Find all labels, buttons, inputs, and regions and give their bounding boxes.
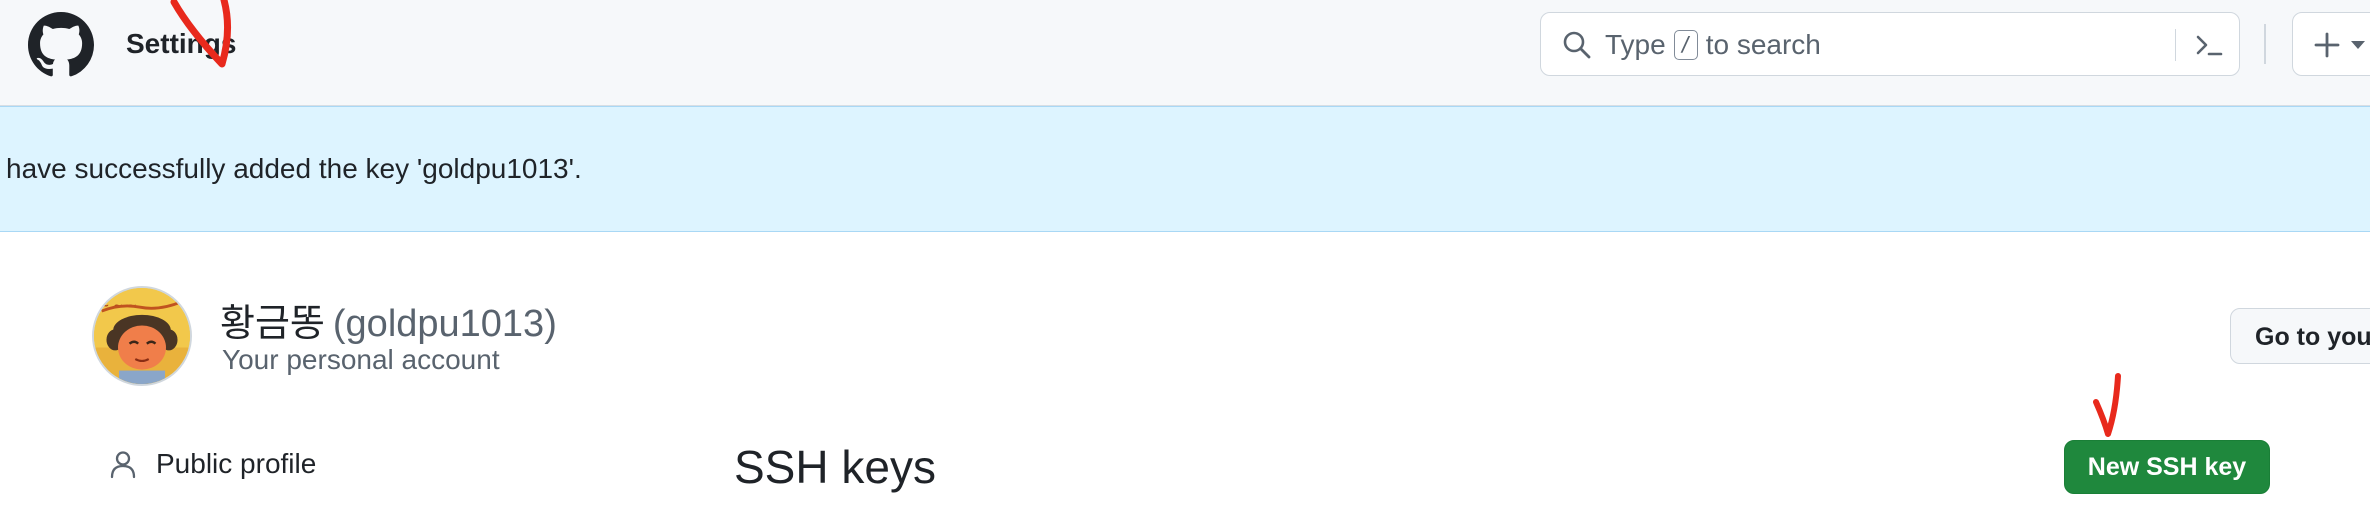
chevron-down-icon bbox=[2351, 41, 2365, 49]
sidebar-item-label: Public profile bbox=[156, 448, 317, 479]
header-divider bbox=[2264, 24, 2266, 64]
search-shortcut-key: / bbox=[1673, 30, 1698, 60]
flash-message: have successfully added the key 'goldpu1… bbox=[6, 153, 582, 184]
create-new-button[interactable] bbox=[2292, 12, 2370, 76]
display-name: 황금똥 bbox=[220, 303, 325, 345]
sidebar-item-public-profile[interactable]: Public profile bbox=[108, 444, 316, 484]
person-icon bbox=[110, 451, 136, 479]
search-divider bbox=[2175, 29, 2176, 61]
search-prefix: Type bbox=[1605, 29, 1666, 60]
search-placeholder: Type / to search bbox=[1605, 29, 1821, 61]
top-header: Settings Type / to search bbox=[0, 0, 2370, 106]
flash-notice: have successfully added the key 'goldpu1… bbox=[0, 106, 2370, 232]
login-name: (goldpu1013) bbox=[332, 303, 557, 345]
command-palette-icon[interactable] bbox=[2193, 29, 2225, 61]
search-input[interactable]: Type / to search bbox=[1540, 12, 2240, 76]
github-mark-icon[interactable] bbox=[28, 12, 94, 78]
avatar[interactable]: ~ ~ ~ bbox=[92, 286, 192, 386]
profile-name[interactable]: 황금똥 (goldpu1013) bbox=[220, 292, 557, 347]
account-type-label: Your personal account bbox=[222, 344, 500, 375]
settings-page: Settings Type / to search have successfu… bbox=[0, 0, 2370, 510]
avatar-illustration: ~ ~ ~ bbox=[94, 288, 190, 384]
search-icon bbox=[1563, 31, 1591, 59]
plus-icon bbox=[2314, 32, 2340, 58]
page-context-title[interactable]: Settings bbox=[126, 28, 236, 60]
checkmark-annotation-button bbox=[2093, 373, 2121, 437]
go-to-profile-button[interactable]: Go to your bbox=[2230, 308, 2370, 364]
search-suffix: to search bbox=[1705, 29, 1821, 60]
new-ssh-key-button[interactable]: New SSH key bbox=[2064, 440, 2270, 494]
page-title: SSH keys bbox=[734, 441, 936, 493]
